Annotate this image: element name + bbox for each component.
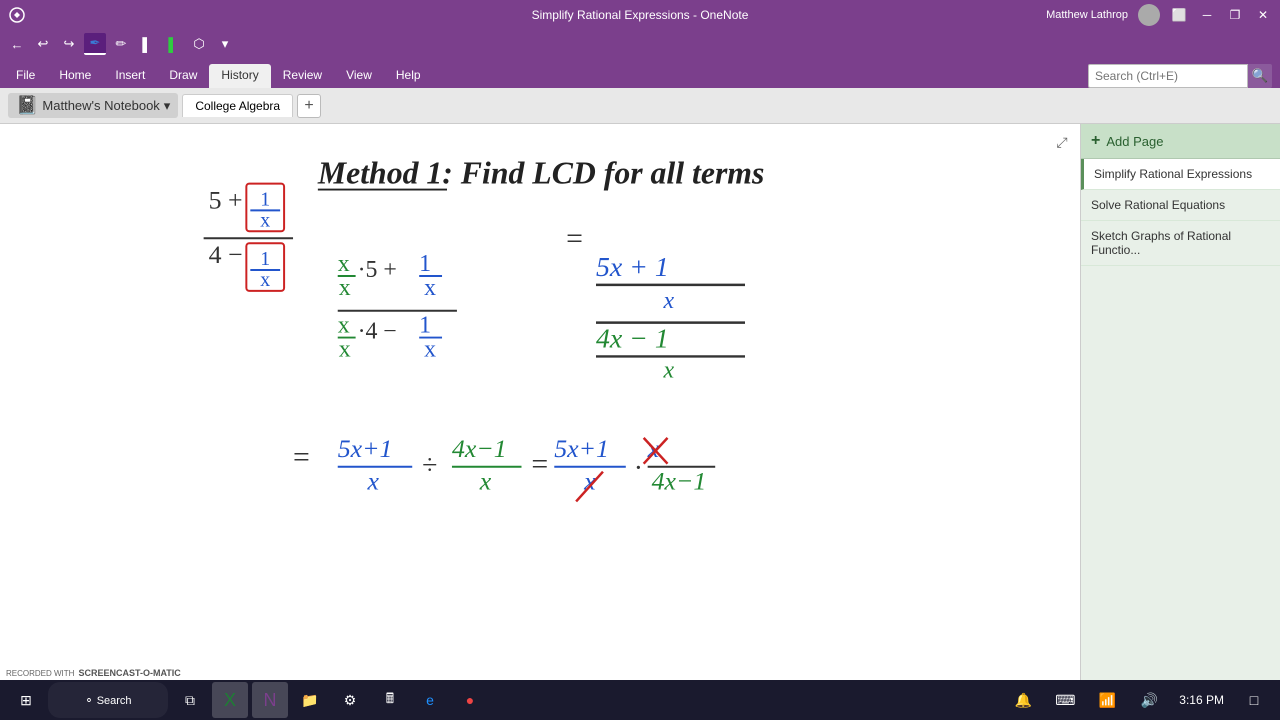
minimize-btn[interactable]: ─ bbox=[1198, 6, 1216, 24]
cortana-btn[interactable]: ⚬ Search bbox=[48, 682, 168, 718]
taskbar-right: 🔔 ⌨ 📶 🔊 3:16 PM □ bbox=[1005, 682, 1272, 718]
svg-text:5 +: 5 + bbox=[209, 185, 243, 214]
svg-text:=: = bbox=[531, 448, 548, 481]
svg-text:4x−1: 4x−1 bbox=[452, 434, 507, 463]
tab-home[interactable]: Home bbox=[47, 64, 103, 88]
add-icon: + bbox=[1091, 132, 1100, 150]
notebook-name: Matthew's Notebook bbox=[42, 98, 159, 113]
action-center-btn[interactable]: □ bbox=[1236, 682, 1272, 718]
add-page-button[interactable]: + Add Page bbox=[1081, 124, 1280, 159]
svg-text:x: x bbox=[339, 275, 351, 301]
svg-text:x: x bbox=[339, 336, 351, 362]
tablet-mode-btn[interactable]: ⬜ bbox=[1170, 6, 1188, 24]
user-avatar[interactable] bbox=[1138, 4, 1160, 26]
restore-btn[interactable]: ❐ bbox=[1226, 6, 1244, 24]
svg-text:4x−1: 4x−1 bbox=[652, 467, 707, 496]
taskbar: ⊞ ⚬ Search ⧉ X N 📁 ⚙ 🖩 e ● 🔔 ⌨ 📶 🔊 3:16 … bbox=[0, 680, 1280, 720]
svg-text:x: x bbox=[338, 313, 350, 339]
back-btn[interactable]: ← bbox=[6, 33, 28, 55]
svg-text:1: 1 bbox=[260, 248, 270, 270]
svg-text:x: x bbox=[663, 288, 675, 314]
eraser-btn[interactable]: ⬡ bbox=[188, 33, 210, 55]
svg-text:x: x bbox=[424, 275, 436, 301]
window-title: Simplify Rational Expressions - OneNote bbox=[532, 8, 749, 22]
page-link-0[interactable]: Simplify Rational Expressions bbox=[1081, 159, 1280, 190]
redo-btn[interactable]: ↪ bbox=[58, 33, 80, 55]
tab-review[interactable]: Review bbox=[271, 64, 334, 88]
svg-text:1: 1 bbox=[419, 313, 431, 339]
math-content: Method 1: Find LCD for all terms 5 + 1 x… bbox=[0, 124, 1080, 720]
network-icon[interactable]: 📶 bbox=[1089, 682, 1125, 718]
svg-text:x: x bbox=[260, 209, 270, 231]
app6-taskbar-btn[interactable]: ● bbox=[452, 682, 488, 718]
svg-text:x: x bbox=[338, 251, 350, 277]
svg-text:÷: ÷ bbox=[422, 450, 437, 481]
notebook-selector[interactable]: 📓 Matthew's Notebook ▾ bbox=[8, 93, 178, 118]
svg-text:x: x bbox=[424, 336, 436, 362]
user-name: Matthew Lathrop bbox=[1046, 9, 1128, 21]
edge-taskbar-btn[interactable]: e bbox=[412, 682, 448, 718]
svg-text:4 −: 4 − bbox=[209, 240, 243, 269]
app5-taskbar-btn[interactable]: 🖩 bbox=[372, 682, 408, 718]
close-btn[interactable]: ✕ bbox=[1254, 6, 1272, 24]
search-input[interactable] bbox=[1088, 64, 1248, 88]
app4-taskbar-btn[interactable]: ⚙ bbox=[332, 682, 368, 718]
svg-text:x: x bbox=[663, 357, 675, 383]
svg-text:1: 1 bbox=[419, 251, 431, 277]
notification-icon[interactable]: 🔔 bbox=[1005, 682, 1041, 718]
svg-text:=: = bbox=[566, 222, 583, 255]
svg-text:x: x bbox=[479, 467, 492, 496]
tab-draw[interactable]: Draw bbox=[157, 64, 209, 88]
search-bar: 🔍 bbox=[1088, 64, 1272, 88]
task-view-btn[interactable]: ⧉ bbox=[172, 682, 208, 718]
undo-btn[interactable]: ↩ bbox=[32, 33, 54, 55]
clock: 3:16 PM bbox=[1173, 693, 1230, 707]
right-panel: + Add Page Simplify Rational Expressions… bbox=[1080, 124, 1280, 720]
svg-text:·: · bbox=[634, 453, 643, 484]
highlighter2-btn[interactable]: ▌ bbox=[162, 33, 184, 55]
tab-insert[interactable]: Insert bbox=[103, 64, 157, 88]
explorer-taskbar-btn[interactable]: 📁 bbox=[292, 682, 328, 718]
svg-text:4x − 1: 4x − 1 bbox=[596, 324, 669, 355]
titlebar-left bbox=[8, 6, 26, 24]
svg-text:=: = bbox=[293, 441, 310, 474]
svg-text:1: 1 bbox=[260, 188, 270, 210]
onenote-taskbar-btn[interactable]: N bbox=[252, 682, 288, 718]
page-link-1[interactable]: Solve Rational Equations bbox=[1081, 190, 1280, 221]
notebook-bar: 📓 Matthew's Notebook ▾ College Algebra +… bbox=[0, 88, 1280, 124]
svg-text:x: x bbox=[367, 467, 380, 496]
keyboard-icon[interactable]: ⌨ bbox=[1047, 682, 1083, 718]
pen2-btn[interactable]: ✏ bbox=[110, 33, 132, 55]
sound-icon[interactable]: 🔊 bbox=[1131, 682, 1167, 718]
section-tab-label: College Algebra bbox=[195, 99, 280, 113]
add-section-btn[interactable]: + bbox=[297, 94, 321, 118]
main-area: ⤢ Method 1: Find LCD for all terms 5 + 1… bbox=[0, 124, 1280, 720]
start-btn[interactable]: ⊞ bbox=[8, 682, 44, 718]
note-canvas[interactable]: ⤢ Method 1: Find LCD for all terms 5 + 1… bbox=[0, 124, 1080, 720]
svg-text:Method 1: Find LCD for all ter: Method 1: Find LCD for all terms bbox=[317, 156, 765, 191]
excel-taskbar-btn[interactable]: X bbox=[212, 682, 248, 718]
svg-text:·4 −: ·4 − bbox=[358, 319, 397, 345]
svg-text:·5 +: ·5 + bbox=[358, 257, 397, 283]
tab-view[interactable]: View bbox=[334, 64, 384, 88]
quick-access-toolbar: ← ↩ ↪ ✒ ✏ ▌ ▌ ⬡ ▾ bbox=[0, 30, 1280, 58]
svg-text:5x + 1: 5x + 1 bbox=[596, 252, 669, 283]
tab-help[interactable]: Help bbox=[384, 64, 433, 88]
more-btn[interactable]: ▾ bbox=[214, 33, 236, 55]
screencast-watermark: RECORDED WITH SCREENCAST-O-MATIC bbox=[6, 668, 181, 678]
svg-text:5x+1: 5x+1 bbox=[554, 434, 609, 463]
page-link-2[interactable]: Sketch Graphs of Rational Functio... bbox=[1081, 221, 1280, 266]
svg-text:5x+1: 5x+1 bbox=[338, 434, 393, 463]
highlighter1-btn[interactable]: ▌ bbox=[136, 33, 158, 55]
svg-text:x: x bbox=[260, 269, 270, 291]
app-icon bbox=[8, 6, 26, 24]
pen1-btn[interactable]: ✒ bbox=[84, 33, 106, 55]
section-tab-algebra[interactable]: College Algebra bbox=[182, 94, 293, 117]
title-bar: Simplify Rational Expressions - OneNote … bbox=[0, 0, 1280, 30]
add-page-label: Add Page bbox=[1106, 134, 1163, 149]
tab-file[interactable]: File bbox=[4, 64, 47, 88]
tab-history[interactable]: History bbox=[209, 64, 270, 88]
titlebar-controls: Matthew Lathrop ⬜ ─ ❐ ✕ bbox=[1046, 4, 1272, 26]
search-button[interactable]: 🔍 bbox=[1248, 64, 1272, 88]
